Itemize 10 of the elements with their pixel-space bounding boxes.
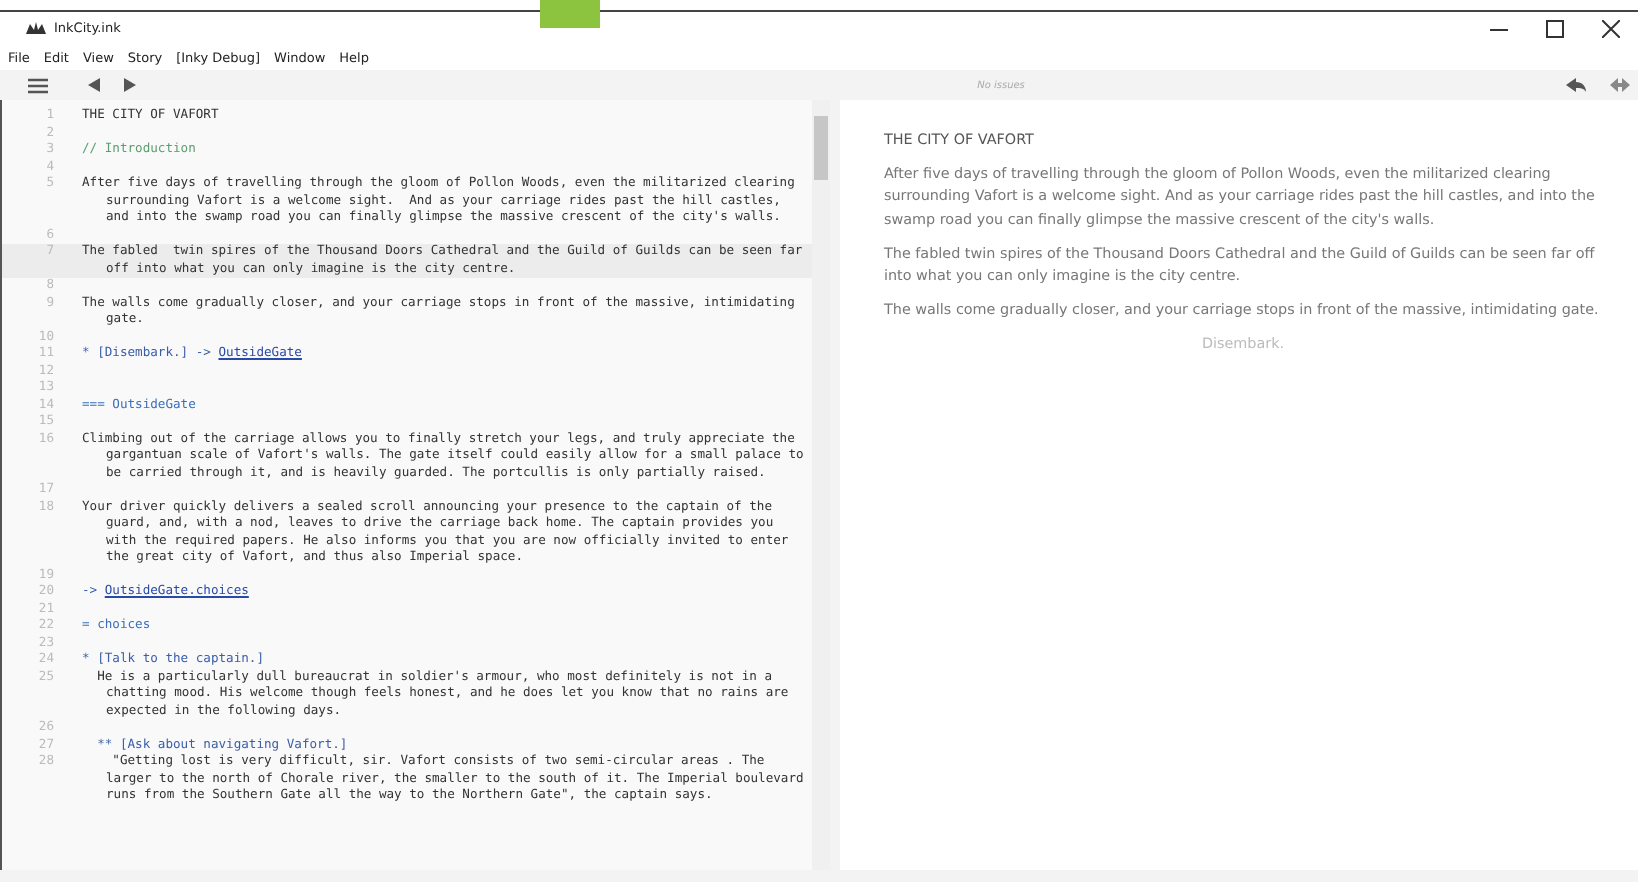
forward-icon[interactable] (124, 78, 136, 92)
close-icon[interactable] (1601, 19, 1619, 37)
back-icon[interactable] (88, 78, 100, 92)
code-editor[interactable] (0, 100, 830, 870)
accent-bar (540, 0, 600, 28)
maximize-icon[interactable] (1545, 19, 1563, 37)
app-icon (26, 21, 46, 35)
restart-icon[interactable] (1610, 78, 1630, 92)
menu-icon[interactable] (28, 77, 48, 93)
rewind-icon[interactable] (1566, 78, 1586, 92)
